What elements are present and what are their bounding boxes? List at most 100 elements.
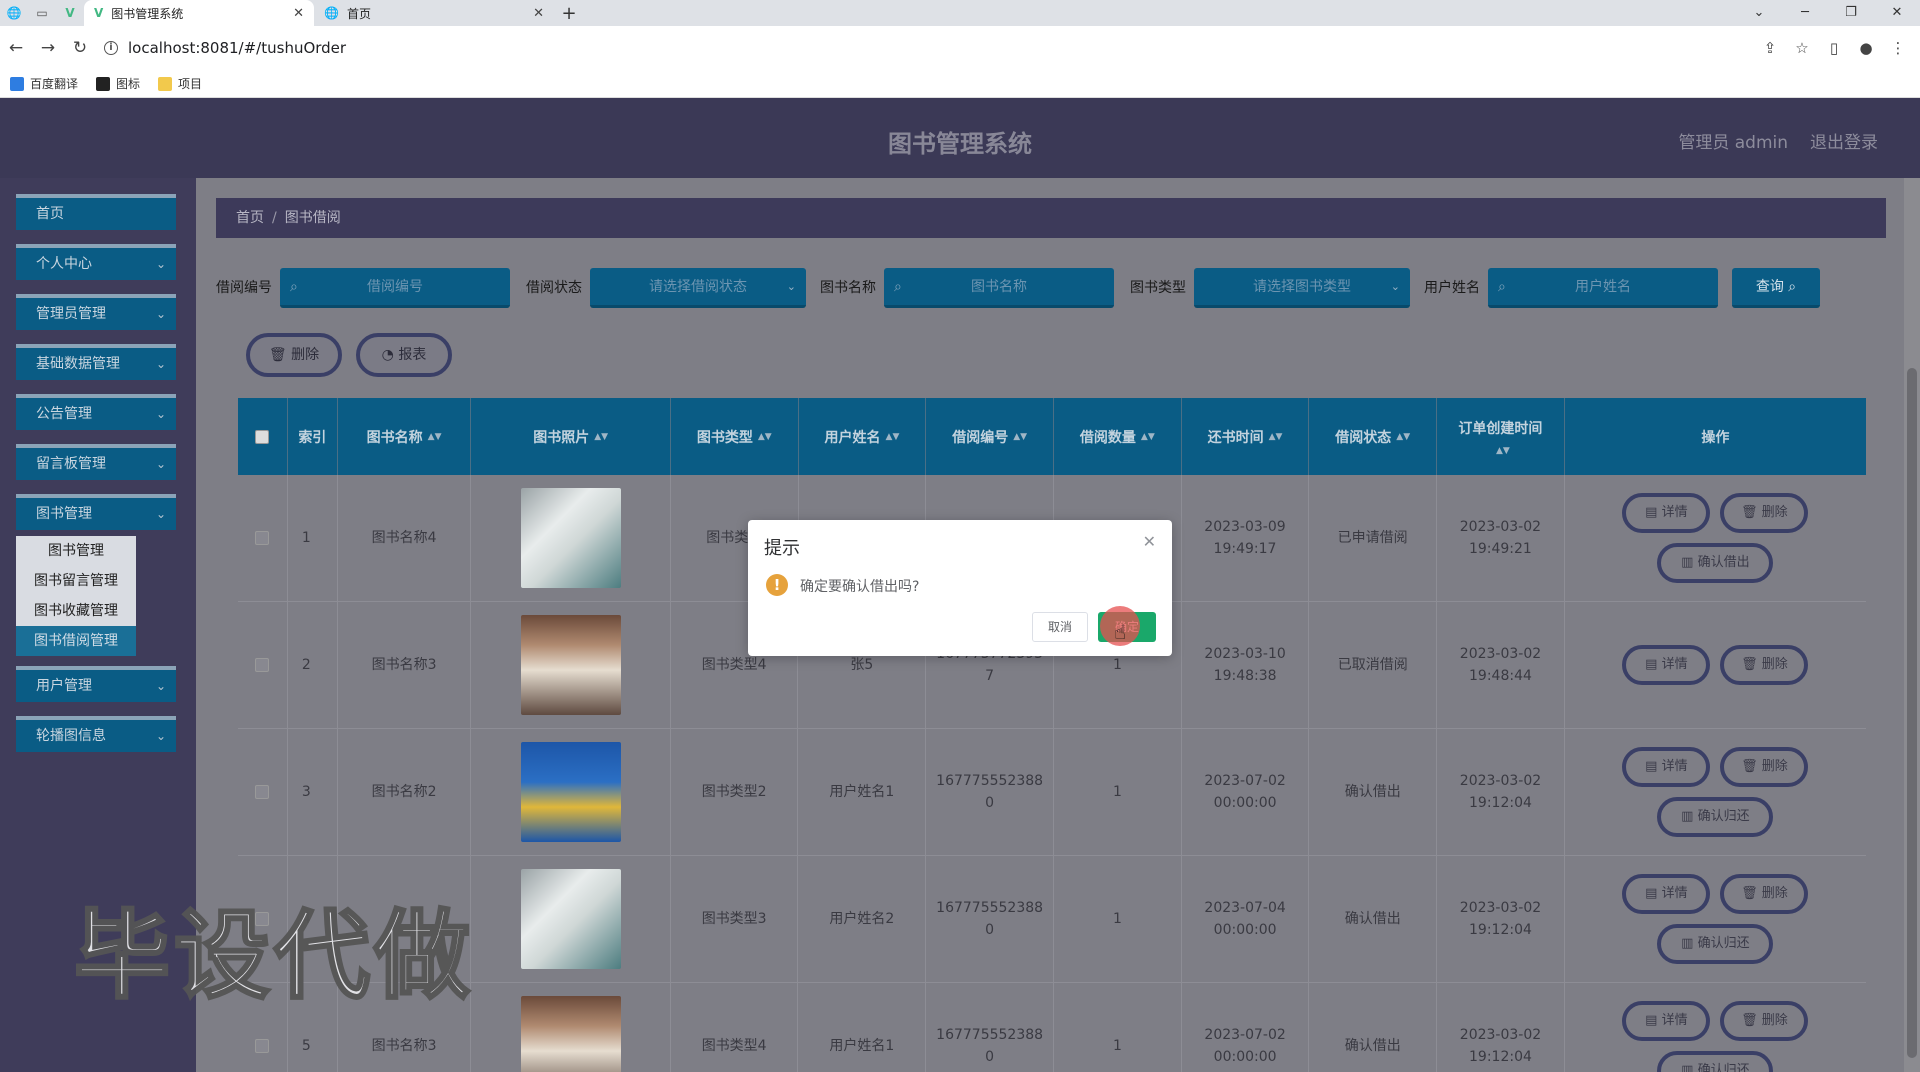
col-header[interactable]: 借阅编号 ▲▼ [926, 398, 1054, 475]
sidebar-item-carousel[interactable]: 轮播图信息 ⌄ [16, 716, 176, 752]
cell-created: 2023-03-02 19:12:04 [1437, 983, 1565, 1072]
cell-qty: 1 [1054, 983, 1182, 1072]
row-delete-button[interactable]: 🗑 删除 [1720, 747, 1809, 787]
sidebar-item-admins[interactable]: 管理员管理 ⌄ [16, 294, 176, 330]
share-icon[interactable]: ⇪ [1754, 39, 1786, 57]
sidebar-item-books[interactable]: 图书管理 ⌄ [16, 494, 176, 530]
detail-button[interactable]: ▤ 详情 [1622, 1001, 1711, 1041]
cell-ops: ▤ 详情 🗑 删除 ▥ 确认借出 [1565, 475, 1866, 601]
tab-inactive[interactable]: 🌐 首页 ✕ [314, 0, 554, 26]
filter-label: 图书名称 [820, 280, 876, 296]
sidebar-item-base-data[interactable]: 基础数据管理 ⌄ [16, 344, 176, 380]
tab-active[interactable]: V 图书管理系统 ✕ [84, 0, 314, 26]
sort-icon: ▲▼ [594, 431, 609, 442]
bookmarks-bar: 百度翻译 图标 项目 [0, 70, 1920, 98]
confirm-return-button[interactable]: ▥ 确认归还 [1657, 924, 1774, 964]
chevron-down-icon: ⌄ [155, 257, 166, 271]
breadcrumb-home[interactable]: 首页 [236, 210, 264, 226]
detail-button[interactable]: ▤ 详情 [1622, 747, 1711, 787]
row-delete-button[interactable]: 🗑 删除 [1720, 874, 1809, 914]
col-header[interactable]: 还书时间 ▲▼ [1182, 398, 1310, 475]
col-header[interactable]: 订单创建时间 ▲▼ [1437, 398, 1565, 475]
row-delete-button[interactable]: 🗑 删除 [1720, 1001, 1809, 1041]
reload-icon[interactable]: ↻ [64, 38, 96, 58]
blank-tab-icon[interactable]: ▭ [28, 0, 56, 26]
cell-return-time: 2023-03-09 19:49:17 [1182, 475, 1310, 601]
book-icon: ▥ [1681, 1063, 1694, 1072]
status-select[interactable]: 请选择借阅状态 ⌄ [590, 268, 806, 308]
user-name-input[interactable]: ⌕ 用户姓名 [1488, 268, 1718, 308]
close-icon[interactable]: ✕ [1143, 532, 1156, 551]
row-checkbox[interactable] [238, 729, 288, 855]
book-type-select[interactable]: 请选择图书类型 ⌄ [1194, 268, 1410, 308]
back-icon[interactable]: ← [0, 38, 32, 58]
menu-icon[interactable]: ⋮ [1882, 39, 1914, 57]
bookmark-item[interactable]: 图标 [96, 75, 140, 92]
cell-status: 确认借出 [1309, 856, 1438, 982]
confirm-return-button[interactable]: ▥ 确认归还 [1657, 797, 1774, 837]
cell-return-time: 2023-07-02 00:00:00 [1182, 983, 1310, 1072]
select-all-checkbox[interactable] [238, 398, 288, 475]
col-header[interactable]: 图书照片 ▲▼ [471, 398, 671, 475]
borrow-no-input[interactable]: ⌕ 借阅编号 [280, 268, 510, 308]
star-icon[interactable]: ☆ [1786, 39, 1818, 57]
minimize-icon[interactable]: ─ [1782, 0, 1828, 26]
bookmark-item[interactable]: 项目 [158, 75, 202, 92]
col-header[interactable]: 图书名称 ▲▼ [338, 398, 472, 475]
info-icon[interactable]: i [104, 41, 118, 55]
search-icon: ⌕ [1498, 279, 1506, 295]
sidebar-item-users[interactable]: 用户管理 ⌄ [16, 666, 176, 702]
row-checkbox[interactable] [238, 602, 288, 728]
sidepanel-icon[interactable]: ▯ [1818, 39, 1850, 57]
vue-icon[interactable]: V [56, 0, 84, 26]
detail-button[interactable]: ▤ 详情 [1622, 874, 1711, 914]
bookmark-item[interactable]: 百度翻译 [10, 75, 78, 92]
col-header[interactable]: 借阅状态 ▲▼ [1309, 398, 1438, 475]
delete-button[interactable]: 🗑 删除 [246, 333, 342, 377]
profile-icon[interactable]: ● [1850, 39, 1882, 57]
url-field[interactable]: i localhost:8081/#/tushuOrder [104, 39, 346, 57]
user-name: 管理员 admin [1678, 133, 1788, 153]
sidebar-item-home[interactable]: 首页 [16, 194, 176, 230]
chevron-down-icon: ⌄ [155, 729, 166, 743]
scroll-thumb[interactable] [1907, 368, 1917, 1058]
report-button[interactable]: ◔ 报表 [356, 333, 452, 377]
cell-book-name: 图书名称3 [338, 602, 472, 728]
col-header[interactable]: 用户姓名 ▲▼ [799, 398, 927, 475]
submenu-item-book-messages[interactable]: 图书留言管理 [16, 566, 136, 596]
submenu-item-books[interactable]: 图书管理 [16, 536, 136, 566]
row-delete-button[interactable]: 🗑 删除 [1720, 645, 1809, 685]
cell-qty: 1 [1054, 729, 1182, 855]
close-icon[interactable]: ✕ [533, 6, 544, 21]
restore-icon[interactable]: ❐ [1828, 0, 1874, 26]
page-title: 图书管理系统 [888, 130, 1032, 158]
table-header: 索引 图书名称 ▲▼ 图书照片 ▲▼ 图书类型 ▲▼ 用户姓名 ▲▼ 借阅编号 ▲▼ 借阅… [238, 398, 1866, 475]
row-checkbox[interactable] [238, 475, 288, 601]
col-header[interactable]: 借阅数量 ▲▼ [1054, 398, 1182, 475]
close-window-icon[interactable]: ✕ [1874, 0, 1920, 26]
cancel-button[interactable]: 取消 [1032, 612, 1088, 642]
confirm-return-button[interactable]: ▥ 确认归还 [1657, 1051, 1774, 1072]
forward-icon[interactable]: → [32, 38, 64, 58]
book-name-input[interactable]: ⌕ 图书名称 [884, 268, 1114, 308]
new-tab-button[interactable]: + [554, 3, 584, 24]
submenu-item-book-borrow[interactable]: 图书借阅管理 [16, 626, 136, 656]
sidebar-item-notices[interactable]: 公告管理 ⌄ [16, 394, 176, 430]
confirm-lend-button[interactable]: ▥ 确认借出 [1657, 543, 1774, 583]
col-header[interactable]: 图书类型 ▲▼ [671, 398, 799, 475]
page-scrollbar[interactable] [1904, 178, 1920, 1072]
sidebar-item-personal[interactable]: 个人中心 ⌄ [16, 244, 176, 280]
detail-button[interactable]: ▤ 详情 [1622, 493, 1711, 533]
close-icon[interactable]: ✕ [293, 6, 304, 21]
row-delete-button[interactable]: 🗑 删除 [1720, 493, 1809, 533]
logout-link[interactable]: 退出登录 [1810, 128, 1878, 153]
detail-button[interactable]: ▤ 详情 [1622, 645, 1711, 685]
submenu-item-book-favorites[interactable]: 图书收藏管理 [16, 596, 136, 626]
cell-ops: ▤ 详情 🗑 删除 ▥ 确认归还 [1565, 856, 1866, 982]
chevron-down-icon[interactable]: ⌄ [1736, 0, 1782, 26]
globe-icon[interactable]: 🌐 [0, 0, 28, 26]
chevron-down-icon: ⌄ [1390, 280, 1400, 293]
sidebar-item-messages[interactable]: 留言板管理 ⌄ [16, 444, 176, 480]
search-icon: ⌕ [290, 279, 298, 295]
query-button[interactable]: 查询 ⌕ [1732, 268, 1820, 308]
